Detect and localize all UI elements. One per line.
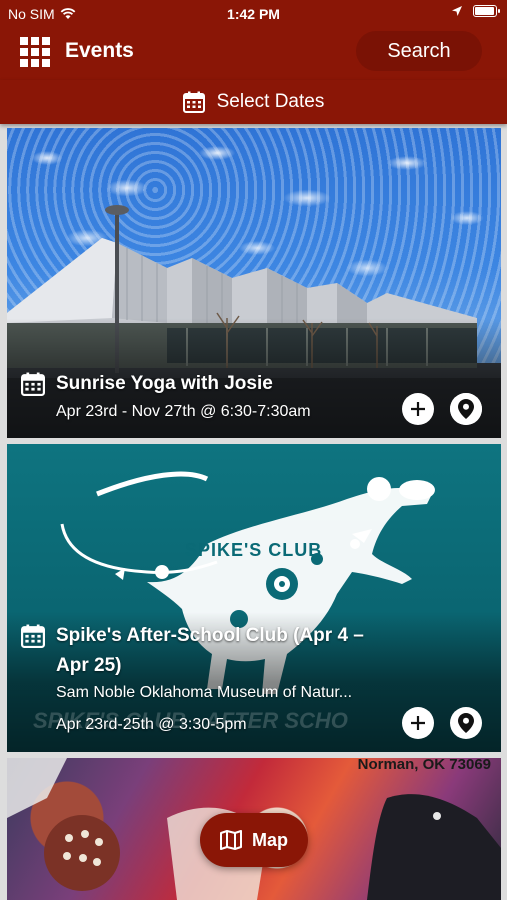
event-title-line-1: Spike's After-School Club (Apr 4 – (56, 625, 364, 646)
event-venue: Sam Noble Oklahoma Museum of Natur... (56, 684, 353, 701)
map-button-label: Map (252, 829, 288, 850)
event-title-line-2: Apr 25) (56, 655, 122, 676)
event-datetime: Apr 23rd - Nov 27th @ 6:30-7:30am (56, 403, 311, 420)
page-title: Events (65, 39, 134, 62)
grid-menu-icon[interactable] (20, 37, 50, 67)
select-dates-button[interactable]: Select Dates (0, 80, 507, 124)
artwork-address-text: Norman, OK 73069 (357, 758, 491, 773)
event-title: Sunrise Yoga with Josie (56, 373, 273, 394)
map-icon (220, 830, 242, 850)
app-header: Events Search (0, 28, 507, 80)
calendar-icon (21, 624, 45, 648)
status-bar: No SIM 1:42 PM (0, 0, 507, 28)
plus-icon (411, 716, 425, 730)
add-event-button[interactable] (402, 707, 434, 739)
event-datetime: Apr 23rd-25th @ 3:30-5pm (56, 716, 247, 733)
event-card-2[interactable]: SPIKE'S CLUB SPIKE'S CLUB - AFTER SCHO S… (7, 444, 501, 752)
map-button[interactable]: Map (200, 813, 308, 867)
location-arrow-icon (452, 6, 462, 16)
event-card-1[interactable]: Sunrise Yoga with Josie Apr 23rd - Nov 2… (7, 128, 501, 438)
event-location-button[interactable] (450, 707, 482, 739)
status-right (451, 5, 500, 17)
plus-icon (411, 402, 425, 416)
map-pin-icon (458, 713, 474, 733)
event-location-button[interactable] (450, 393, 482, 425)
map-pin-icon (458, 399, 474, 419)
spikes-club-logo-text: SPIKE'S CLUB (185, 540, 323, 560)
search-button[interactable]: Search (356, 31, 482, 71)
add-event-button[interactable] (402, 393, 434, 425)
select-dates-label: Select Dates (216, 91, 325, 112)
battery-icon (473, 5, 500, 17)
calendar-icon (21, 372, 45, 396)
calendar-icon (182, 91, 205, 113)
status-time: 1:42 PM (227, 6, 280, 22)
